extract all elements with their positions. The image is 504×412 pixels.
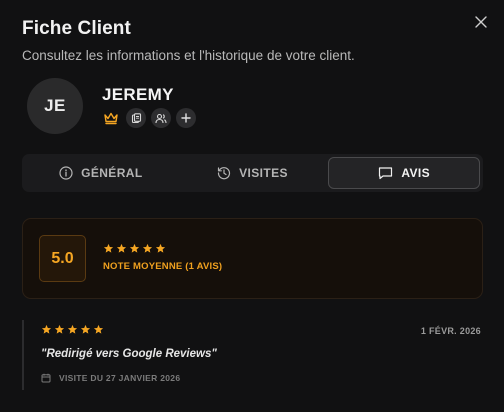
users-badge[interactable]	[151, 108, 171, 128]
close-icon	[475, 16, 487, 28]
star-icon	[116, 243, 127, 253]
history-icon	[217, 167, 231, 180]
star-icon	[103, 243, 114, 253]
star-icon	[80, 324, 91, 334]
modal-title: Fiche Client	[22, 18, 131, 39]
client-modal: Fiche Client Consultez les informations …	[0, 0, 504, 412]
star-icon	[41, 324, 52, 334]
calendar-icon	[41, 373, 51, 383]
review-item: 1 FÉVR. 2026 "Redirigé vers Google Revie…	[22, 320, 483, 390]
users-icon	[155, 113, 167, 123]
review-visit: VISITE DU 27 JANVIER 2026	[41, 373, 180, 383]
plus-icon	[181, 113, 191, 123]
card-icon	[131, 112, 141, 123]
review-stars	[41, 324, 104, 335]
crown-icon	[104, 112, 118, 125]
star-icon	[142, 243, 153, 253]
tab-bar: GÉNÉRAL VISITES AVIS	[22, 154, 483, 192]
tab-visites[interactable]: VISITES	[177, 157, 329, 189]
tab-avis-label: AVIS	[401, 166, 431, 180]
client-name: JEREMY	[102, 85, 174, 104]
client-badges	[101, 108, 196, 128]
average-score: 5.0	[39, 235, 86, 282]
message-icon	[379, 167, 393, 180]
tab-general-label: GÉNÉRAL	[81, 166, 143, 180]
vip-badge[interactable]	[101, 108, 121, 128]
card-badge[interactable]	[126, 108, 146, 128]
visit-date-label: VISITE DU 27 JANVIER 2026	[59, 373, 181, 383]
review-text: "Redirigé vers Google Reviews"	[41, 348, 217, 360]
tab-general[interactable]: GÉNÉRAL	[25, 157, 177, 189]
add-tag-button[interactable]	[176, 108, 196, 128]
rating-summary-card: 5.0 NOTE MOYENNE (1 AVIS)	[22, 218, 483, 299]
tab-visites-label: VISITES	[239, 166, 288, 180]
star-icon	[93, 324, 104, 334]
close-button[interactable]	[470, 11, 492, 33]
modal-subtitle: Consultez les informations et l'historiq…	[22, 48, 355, 63]
average-label: NOTE MOYENNE (1 AVIS)	[103, 261, 223, 272]
star-icon	[129, 243, 140, 253]
rating-stars	[103, 243, 166, 254]
review-date: 1 FÉVR. 2026	[420, 326, 481, 336]
star-icon	[155, 243, 166, 253]
star-icon	[54, 324, 65, 334]
info-icon	[59, 166, 73, 180]
avatar: JE	[27, 78, 83, 134]
tab-avis[interactable]: AVIS	[328, 157, 481, 189]
star-icon	[67, 324, 78, 334]
